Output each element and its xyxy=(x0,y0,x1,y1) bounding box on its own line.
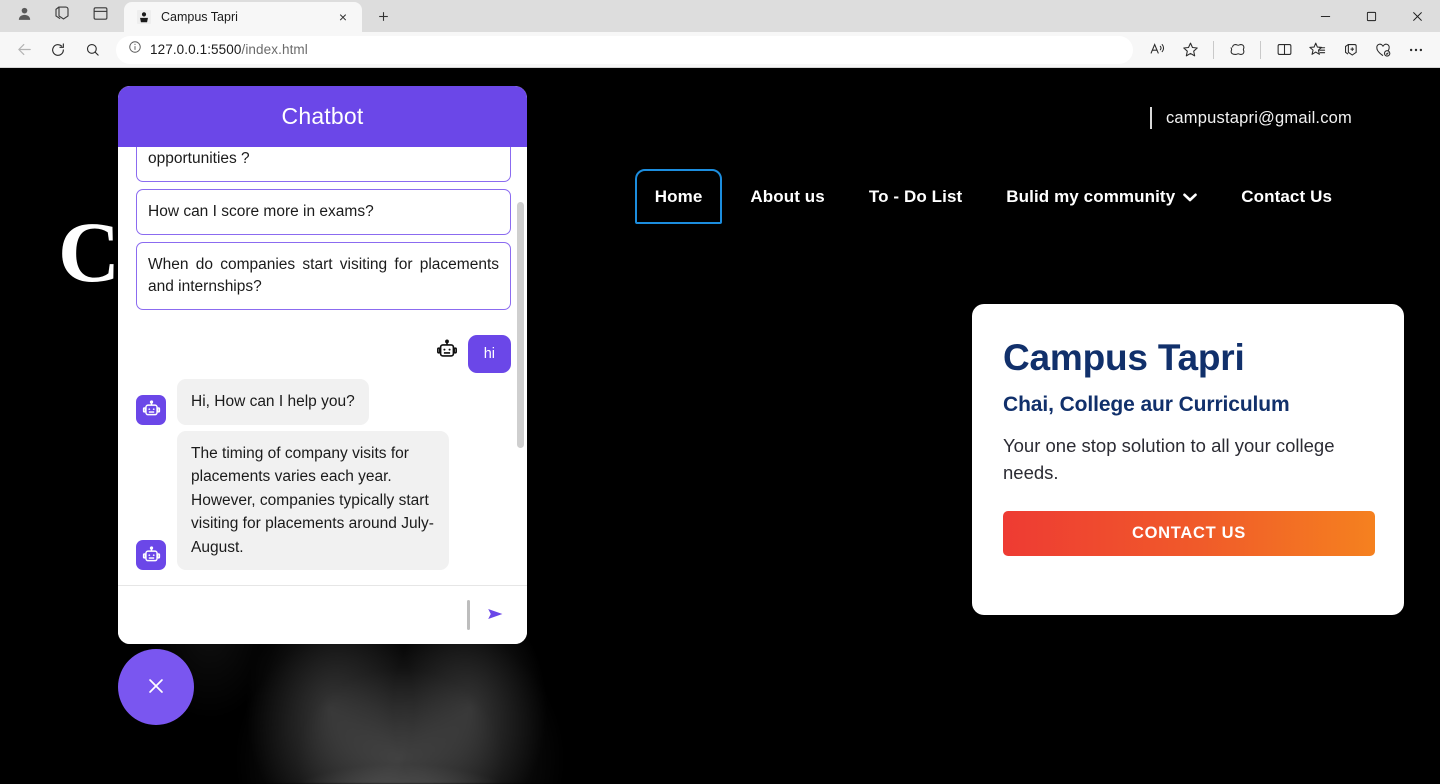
refresh-button[interactable] xyxy=(42,35,74,65)
robot-avatar-icon xyxy=(136,394,166,425)
nav-item-label: Home xyxy=(654,186,703,206)
send-icon xyxy=(485,603,507,628)
nav-item-about-us[interactable]: About us xyxy=(728,182,846,212)
favorite-star-icon[interactable] xyxy=(1174,35,1206,65)
robot-avatar-icon xyxy=(136,540,166,571)
toolbar-divider-a xyxy=(1213,40,1214,59)
back-button[interactable] xyxy=(8,35,40,65)
hero-description: Your one stop solution to all your colle… xyxy=(1003,434,1335,483)
chat-scrollbar[interactable] xyxy=(517,202,524,448)
chatbot-message-area[interactable]: opportunities ? How can I score more in … xyxy=(118,147,527,585)
page-viewport: C campustapri@gmail.com Home About us To… xyxy=(0,69,1440,784)
chatbot-header: Chatbot xyxy=(118,86,527,147)
tabstrip-left-icons xyxy=(0,0,124,32)
split-screen-icon[interactable] xyxy=(1268,35,1300,65)
chat-message-bot: Hi, How can I help you? xyxy=(136,379,511,425)
nav-item-home[interactable]: Home xyxy=(634,169,723,224)
new-tab-button[interactable] xyxy=(368,2,398,30)
nav-item-build-my-community[interactable]: Bulid my community xyxy=(984,182,1219,212)
chatbot-close-button[interactable] xyxy=(118,649,194,725)
browser-essentials-icon[interactable] xyxy=(1367,35,1399,65)
site-favicon xyxy=(136,9,152,25)
browser-tab[interactable]: Campus Tapri × xyxy=(124,2,362,32)
contact-us-button[interactable]: CONTACT US xyxy=(1003,511,1375,557)
read-aloud-icon[interactable] xyxy=(1141,35,1173,65)
nav-item-to-do-list[interactable]: To - Do List xyxy=(847,182,984,212)
address-bar-url: 127.0.0.1:5500/index.html xyxy=(150,42,308,57)
chatbot-panel: Chatbot opportunities ? How can I score … xyxy=(118,86,527,644)
send-button[interactable] xyxy=(479,598,513,632)
text-caret xyxy=(467,600,470,630)
address-bar[interactable]: 127.0.0.1:5500/index.html xyxy=(116,35,1133,64)
window-close-button[interactable] xyxy=(1394,0,1440,32)
site-navigation: Home About us To - Do List Bulid my comm… xyxy=(634,169,1354,224)
robot-avatar-outline-icon xyxy=(432,335,462,365)
tab-close-icon[interactable]: × xyxy=(332,6,354,28)
split-screen-icon[interactable] xyxy=(84,0,116,26)
collections-icon[interactable] xyxy=(46,0,78,26)
nav-item-label: Bulid my community xyxy=(1006,186,1176,206)
background-wordmark: C xyxy=(58,204,120,300)
chat-bubble-user: hi xyxy=(467,335,511,373)
chatbot-title: Chatbot xyxy=(281,103,364,129)
chat-bubble-bot: Hi, How can I help you? xyxy=(177,379,369,425)
window-maximize-button[interactable] xyxy=(1348,0,1394,32)
url-host: 127.0.0.1:5500 xyxy=(150,42,242,57)
site-info-icon[interactable] xyxy=(128,40,142,59)
tab-strip: Campus Tapri × xyxy=(0,0,1440,32)
chat-message-input[interactable] xyxy=(136,606,467,624)
settings-more-icon[interactable] xyxy=(1400,35,1432,65)
email-separator xyxy=(1149,107,1152,129)
collections-icon[interactable] xyxy=(1334,35,1366,65)
window-minimize-button[interactable] xyxy=(1302,0,1348,32)
contact-email[interactable]: campustapri@gmail.com xyxy=(1166,109,1352,128)
tab-title: Campus Tapri xyxy=(161,10,238,24)
suggestion-chip[interactable]: opportunities ? xyxy=(136,147,511,182)
close-icon xyxy=(145,675,167,700)
search-icon[interactable] xyxy=(76,35,108,65)
hero-title: Campus Tapri xyxy=(1003,337,1245,378)
hero-subtitle: Chai, College aur Curriculum xyxy=(1003,392,1290,416)
nav-item-label: To - Do List xyxy=(868,186,963,206)
site-email-row: campustapri@gmail.com xyxy=(1149,107,1352,129)
hero-card: Campus Tapri Chai, College aur Curriculu… xyxy=(972,304,1404,615)
favorites-icon[interactable] xyxy=(1301,35,1333,65)
chat-message-bot: The timing of company visits for placeme… xyxy=(136,430,511,571)
nav-item-label: About us xyxy=(750,186,825,206)
browser-toolbar: 127.0.0.1:5500/index.html xyxy=(0,32,1440,68)
chat-message-user: hi xyxy=(136,335,511,373)
copilot-icon[interactable] xyxy=(1221,35,1253,65)
suggestion-chip-list: opportunities ? How can I score more in … xyxy=(136,147,511,310)
toolbar-divider-b xyxy=(1260,40,1261,59)
suggestion-chip[interactable]: How can I score more in exams? xyxy=(136,189,511,235)
nav-item-label: Contact Us xyxy=(1241,186,1332,206)
nav-item-contact-us[interactable]: Contact Us xyxy=(1219,182,1354,212)
chatbot-input-area xyxy=(118,585,527,644)
window-controls xyxy=(1302,0,1440,32)
chat-bubble-bot: The timing of company visits for placeme… xyxy=(177,430,449,571)
toolbar-right-icons xyxy=(1141,35,1432,65)
profile-icon[interactable] xyxy=(8,0,40,26)
message-list: hi Hi, How can I help you? The timing of… xyxy=(136,317,511,571)
url-path: /index.html xyxy=(241,42,308,57)
suggestion-chip[interactable]: When do companies start visiting for pla… xyxy=(136,242,511,310)
browser-window: Campus Tapri × 127.0.0.1:5500/index.html… xyxy=(0,0,1440,784)
chevron-down-icon xyxy=(1183,191,1198,204)
